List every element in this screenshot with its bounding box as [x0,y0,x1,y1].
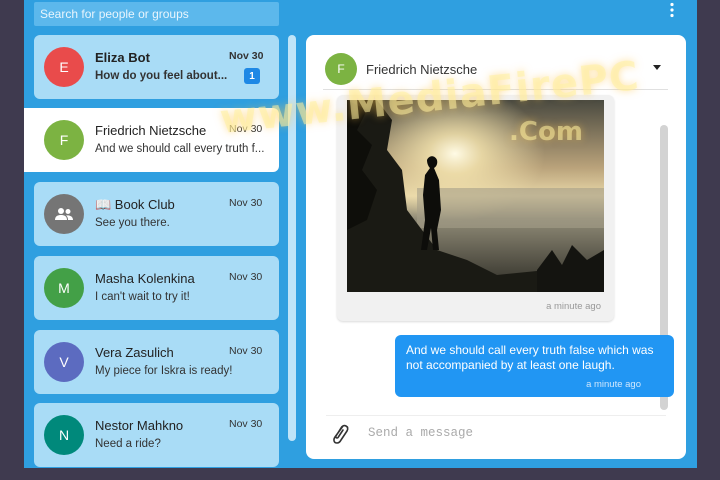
contact-name: 📖 Book Club [95,197,175,212]
message-input[interactable] [366,425,660,441]
contact-preview: My piece for Iskra is ready! [95,365,233,377]
contact-date: Nov 30 [229,345,263,357]
contact-date: Nov 30 [229,271,263,283]
contact-name: Eliza Bot [95,50,150,65]
contact-preview: Need a ride? [95,438,161,450]
image-message: a minute ago [337,95,614,321]
avatar-initial: M [58,280,70,296]
contact-preview: See you there. [95,217,170,229]
avatar: N [44,415,84,455]
contact-date: Nov 30 [229,197,263,209]
more-vert-icon[interactable] [664,2,680,20]
avatar: E [44,47,84,87]
contact-name: Friedrich Nietzsche [95,123,207,138]
contact-item-book-club[interactable]: 📖 Book Club See you there. Nov 30 [34,182,279,246]
avatar-initial: V [59,354,69,370]
avatar: M [44,268,84,308]
avatar-initial: N [58,427,70,443]
message-timestamp: a minute ago [546,301,601,312]
contact-item-masha-kolenkina[interactable]: M Masha Kolenkina I can't wait to try it… [34,256,279,320]
chevron-down-icon[interactable] [653,65,661,70]
contact-name: Vera Zasulich [95,345,174,360]
sunset-silhouette-photo[interactable] [347,100,604,292]
chat-panel: F Friedrich Nietzsche a minute ago And w… [306,35,686,459]
messenger-window: E Eliza Bot How do you feel about... Nov… [24,0,697,468]
paperclip-icon[interactable] [330,422,350,446]
message-composer [326,415,666,452]
contact-name: Nestor Mahkno [95,418,184,433]
contact-date: Nov 30 [229,418,263,430]
contact-list-scrollbar[interactable] [288,35,296,441]
avatar-initial: F [337,62,345,76]
contact-item-friedrich-nietzsche[interactable]: F Friedrich Nietzsche And we should call… [24,108,279,172]
avatar-initial: F [59,132,69,148]
contact-preview: And we should call every truth f... [95,143,265,155]
contact-name: Masha Kolenkina [95,271,195,286]
contact-date: Nov 30 [229,123,263,135]
contact-item-nestor-mahkno[interactable]: N Nestor Mahkno Need a ride? Nov 30 [34,403,279,467]
message-timestamp: a minute ago [586,379,641,390]
group-icon [44,194,84,234]
chat-title: Friedrich Nietzsche [366,62,478,77]
contact-preview: I can't wait to try it! [95,291,190,303]
search-input[interactable] [34,7,279,21]
search-box[interactable] [34,2,279,26]
avatar: F [325,53,357,85]
message-text: And we should call every truth false whi… [406,343,654,372]
avatar: F [44,120,84,160]
avatar-initial: E [59,59,69,75]
unread-badge: 1 [244,68,260,84]
chat-header: F Friedrich Nietzsche [323,49,668,90]
contact-date: Nov 30 [229,50,264,62]
contact-item-vera-zasulich[interactable]: V Vera Zasulich My piece for Iskra is re… [34,330,279,394]
avatar: V [44,342,84,382]
contact-item-eliza-bot[interactable]: E Eliza Bot How do you feel about... Nov… [34,35,279,99]
outgoing-message: And we should call every truth false whi… [395,335,674,397]
